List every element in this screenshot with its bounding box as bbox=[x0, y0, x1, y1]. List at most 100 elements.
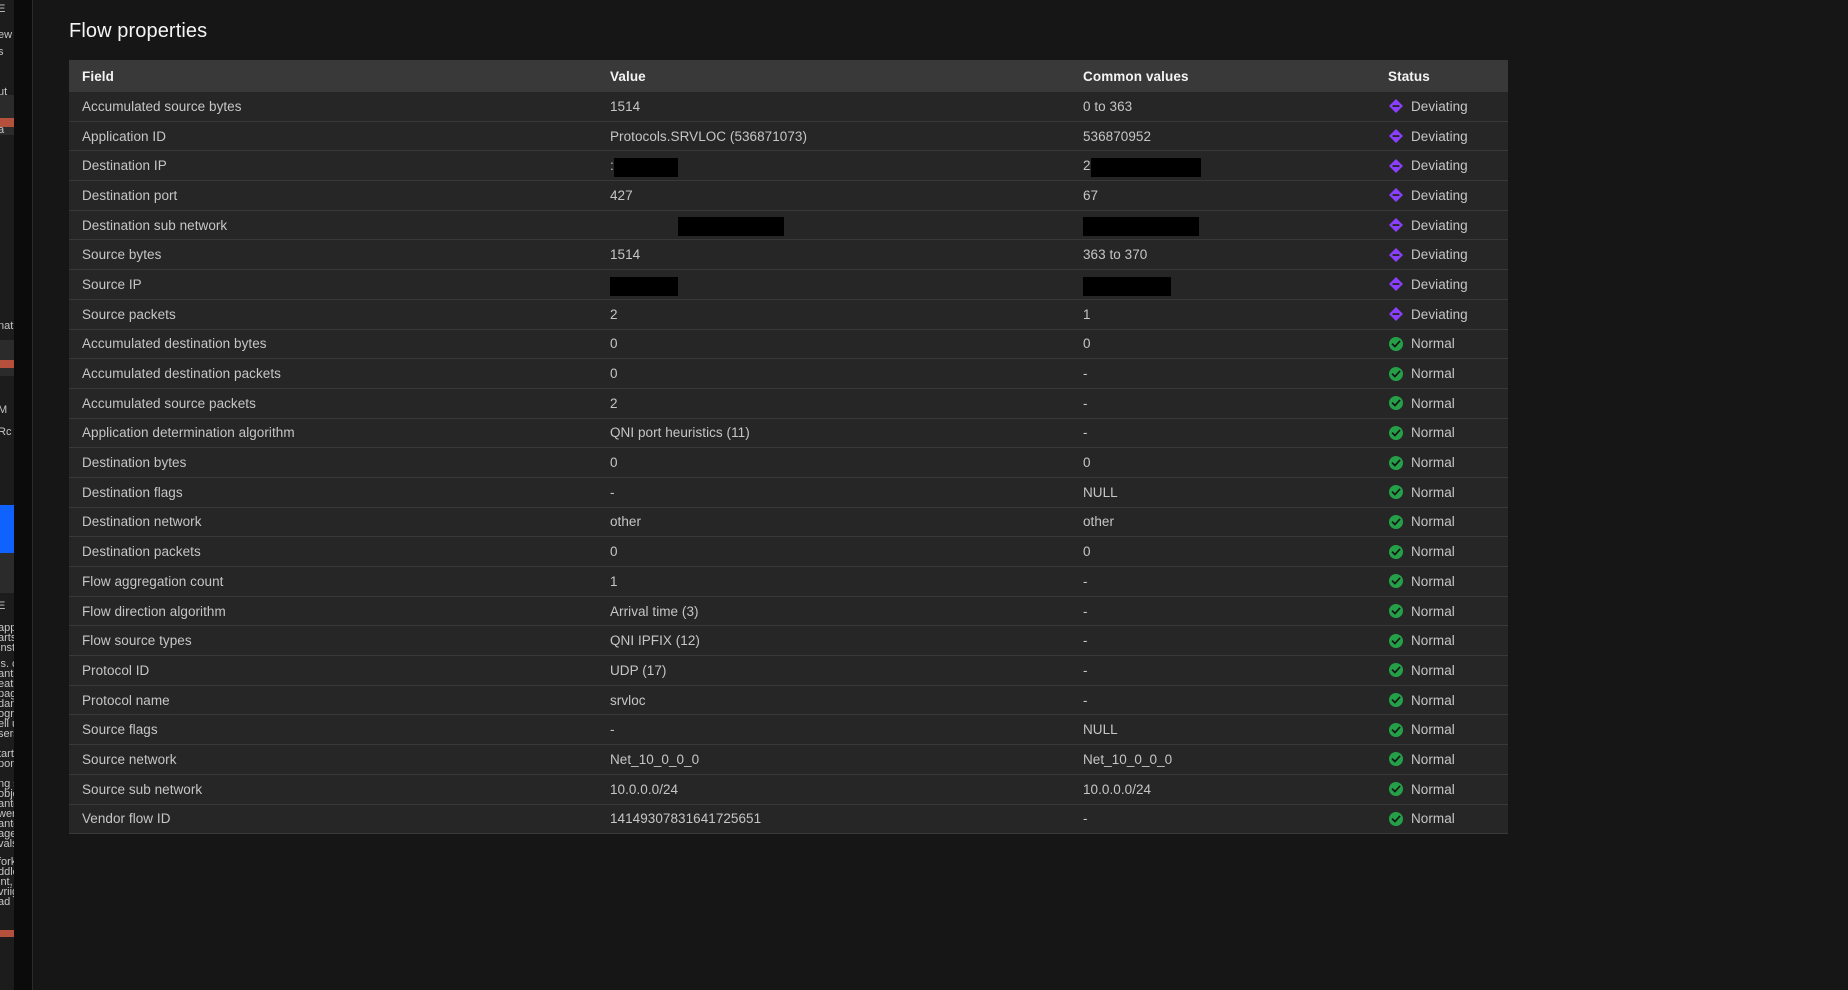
status-badge: Normal bbox=[1388, 330, 1508, 358]
table-row[interactable]: Destination packets 0 0 Normal bbox=[69, 536, 1508, 567]
common-value-text: 0 bbox=[1083, 544, 1091, 560]
common-value-text: 0 bbox=[1083, 455, 1091, 471]
field-label: Accumulated source bytes bbox=[82, 98, 242, 114]
cell-field: Application ID bbox=[69, 120, 597, 151]
table-row[interactable]: Destination IP: 2 Deviating bbox=[69, 150, 1508, 181]
table-row[interactable]: Source IP Deviating bbox=[69, 269, 1508, 300]
redaction-bar bbox=[1090, 157, 1201, 177]
cell-common-value: - bbox=[1070, 595, 1375, 626]
table-row[interactable]: Source bytes 1514 363 to 370 Deviating bbox=[69, 239, 1508, 270]
status-badge: Normal bbox=[1388, 508, 1508, 536]
cell-field: Protocol name bbox=[69, 684, 597, 715]
table-row[interactable]: Application ID Protocols.SRVLOC (53687107… bbox=[69, 120, 1508, 151]
status-label: Deviating bbox=[1411, 187, 1468, 203]
table-row[interactable]: Accumulated destination packets 0 - Normal bbox=[69, 358, 1508, 389]
cell-field: Flow direction algorithm bbox=[69, 595, 597, 626]
common-value-text: - bbox=[1083, 425, 1088, 441]
table-row[interactable]: Application determination algorithm QNI p… bbox=[69, 417, 1508, 448]
table-row[interactable]: Source sub network 10.0.0.0/24 10.0.0.0/24… bbox=[69, 773, 1508, 804]
field-label: Source packets bbox=[82, 306, 176, 322]
background-page-text-fragment: E bbox=[0, 600, 6, 612]
table-row[interactable]: Destination port 427 67 Deviating bbox=[69, 180, 1508, 211]
cell-value: srvloc bbox=[597, 684, 1070, 715]
table-row[interactable]: Protocol name srvloc - Normal bbox=[69, 684, 1508, 715]
status-label: Normal bbox=[1411, 514, 1455, 530]
table-row[interactable]: Accumulated source bytes 1514 0 to 363 Devi… bbox=[69, 92, 1508, 122]
common-value-text: - bbox=[1083, 633, 1088, 649]
background-page-text-fragment: s bbox=[0, 46, 4, 58]
table-row[interactable]: Source packets 2 1 Deviating bbox=[69, 298, 1508, 329]
common-value-text: 0 to 363 bbox=[1083, 98, 1133, 114]
table-row[interactable]: Destination sub network Deviating bbox=[69, 209, 1508, 240]
cell-status: Normal bbox=[1375, 566, 1508, 597]
status-badge: Deviating bbox=[1388, 211, 1508, 239]
background-page-text-fragment: Rc bbox=[0, 426, 12, 438]
cell-common-value: 2 bbox=[1070, 150, 1375, 181]
flow-properties-panel: Flow properties Field Value Common value… bbox=[33, 0, 1848, 990]
table-row[interactable]: Protocol ID UDP (17) - Normal bbox=[69, 655, 1508, 686]
table-row[interactable]: Flow aggregation count 1 - Normal bbox=[69, 566, 1508, 597]
cell-status: Deviating bbox=[1375, 209, 1508, 240]
cell-status: Deviating bbox=[1375, 150, 1508, 181]
field-label: Source sub network bbox=[82, 781, 203, 797]
cell-common-value: NULL bbox=[1070, 476, 1375, 508]
cell-value: 0 bbox=[597, 358, 1070, 389]
cell-value: UDP (17) bbox=[597, 655, 1070, 686]
status-badge: Normal bbox=[1388, 478, 1508, 506]
column-header-status[interactable]: Status bbox=[1375, 60, 1508, 92]
column-header-value[interactable]: Value bbox=[597, 60, 1070, 92]
table-row[interactable]: Vendor flow ID 14149307831641725651 - Norma… bbox=[69, 803, 1508, 835]
table-row[interactable]: Accumulated source packets 2 - Normal bbox=[69, 387, 1508, 419]
table-header: Field Value Common values Status bbox=[69, 60, 1508, 92]
column-header-field[interactable]: Field bbox=[69, 60, 597, 92]
table-header-row: Field Value Common values Status bbox=[69, 60, 1508, 92]
table-row[interactable]: Destination flags - NULL Normal bbox=[69, 476, 1508, 508]
deviating-diamond-icon bbox=[1389, 247, 1403, 262]
cell-value: 14149307831641725651 bbox=[597, 803, 1070, 835]
table-row[interactable]: Source flags - NULL Normal bbox=[69, 714, 1508, 745]
status-badge: Normal bbox=[1388, 360, 1508, 388]
cell-status: Normal bbox=[1375, 684, 1508, 715]
page-title: Flow properties bbox=[69, 20, 208, 42]
common-value-text: 67 bbox=[1083, 187, 1099, 203]
field-label: Protocol name bbox=[82, 692, 170, 708]
redaction-bar bbox=[1083, 217, 1199, 237]
table-row[interactable]: Flow source types QNI IPFIX (12) - Normal bbox=[69, 625, 1508, 656]
redacted-value bbox=[1083, 276, 1171, 296]
value-text: 2 bbox=[610, 395, 618, 411]
value-text: 0 bbox=[610, 366, 618, 382]
value-text: 1 bbox=[610, 573, 618, 589]
table-row[interactable]: Source network Net_10_0_0_0 Net_10_0_0_0 No… bbox=[69, 744, 1508, 775]
status-label: Normal bbox=[1411, 366, 1455, 382]
status-label: Normal bbox=[1411, 781, 1455, 797]
column-header-common-values[interactable]: Common values bbox=[1070, 60, 1375, 92]
table-row[interactable]: Accumulated destination bytes 0 0 Normal bbox=[69, 328, 1508, 359]
deviating-diamond-icon bbox=[1389, 188, 1403, 203]
cell-status: Deviating bbox=[1375, 92, 1508, 122]
normal-check-circle-icon bbox=[1389, 485, 1403, 500]
cell-field: Destination port bbox=[69, 180, 597, 211]
deviating-diamond-icon bbox=[1389, 158, 1403, 173]
redacted-value: 2 bbox=[1083, 157, 1201, 177]
field-label: Destination port bbox=[82, 187, 178, 203]
redaction-bar bbox=[613, 157, 678, 177]
status-label: Normal bbox=[1411, 484, 1455, 500]
common-value-text: 363 to 370 bbox=[1083, 247, 1148, 263]
status-badge: Deviating bbox=[1388, 92, 1508, 121]
cell-value: 1514 bbox=[597, 92, 1070, 122]
value-text: QNI port heuristics (11) bbox=[610, 425, 750, 441]
cell-field: Application determination algorithm bbox=[69, 417, 597, 448]
status-label: Deviating bbox=[1411, 98, 1468, 114]
cell-status: Normal bbox=[1375, 536, 1508, 567]
common-value-text: 10.0.0.0/24 bbox=[1083, 781, 1152, 797]
common-value-text: - bbox=[1083, 692, 1088, 708]
cell-field: Flow source types bbox=[69, 625, 597, 656]
background-page-text-fragment: M bbox=[0, 404, 8, 416]
field-label: Protocol ID bbox=[82, 662, 150, 678]
table-row[interactable]: Flow direction algorithm Arrival time (3)… bbox=[69, 595, 1508, 626]
table-body: Accumulated source bytes 1514 0 to 363 Devi… bbox=[69, 92, 1508, 835]
table-row[interactable]: Destination network other other Normal bbox=[69, 506, 1508, 537]
cell-status: Normal bbox=[1375, 744, 1508, 775]
table-row[interactable]: Destination bytes 0 0 Normal bbox=[69, 447, 1508, 478]
field-label: Vendor flow ID bbox=[82, 811, 171, 827]
